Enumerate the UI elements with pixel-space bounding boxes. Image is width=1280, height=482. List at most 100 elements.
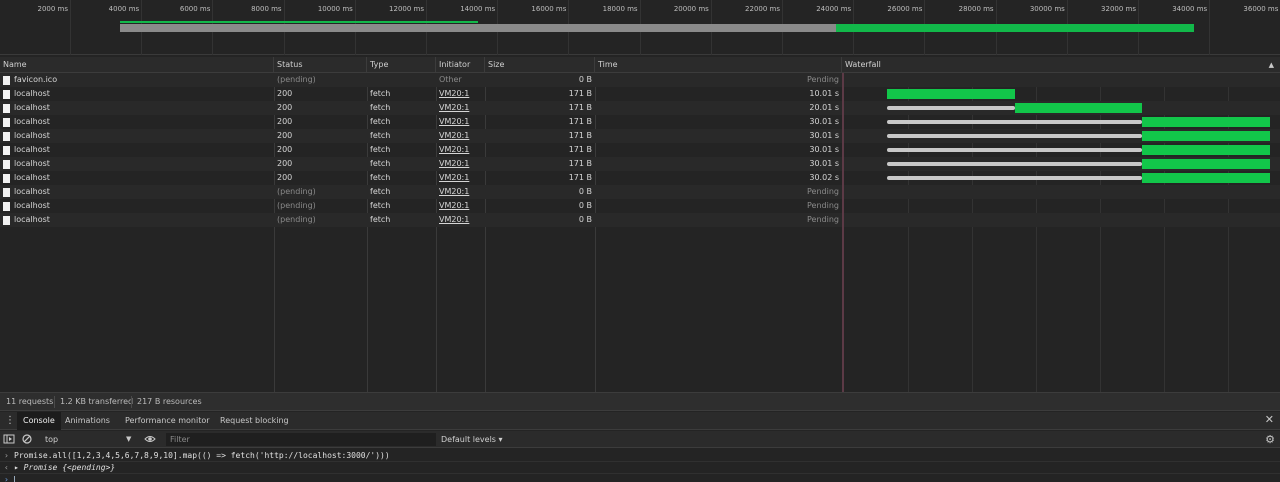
table-row[interactable]: localhost 200 fetch VM20:1 171 B 30.01 s [0,129,842,143]
console-toolbar: top ▼ Default levels ▾ ⚙ [0,431,1280,448]
input-chevron-icon: › [4,451,9,460]
table-row[interactable]: localhost 200 fetch VM20:1 171 B 30.02 s [0,171,842,185]
table-row[interactable]: favicon.ico (pending) Other 0 B Pending [0,73,842,87]
table-row[interactable]: localhost (pending) fetch VM20:1 0 B Pending [0,199,842,213]
column-header-name[interactable]: Name [0,57,274,73]
waterfall-row[interactable] [844,171,1280,185]
cell-initiator[interactable]: VM20:1 [439,171,485,185]
console-prompt-line[interactable]: › [0,474,1280,482]
waterfall-row[interactable] [844,129,1280,143]
cell-initiator[interactable]: VM20:1 [439,101,485,115]
cell-initiator[interactable]: VM20:1 [439,213,485,227]
waterfall-panel[interactable] [842,73,1280,392]
table-row[interactable]: localhost 200 fetch VM20:1 171 B 30.01 s [0,115,842,129]
overview-tick-label: 6000 ms [179,5,211,13]
overview-tick-label: 24000 ms [816,5,852,13]
cell-type: fetch [370,159,391,168]
eye-icon[interactable] [144,433,156,445]
column-header-time[interactable]: Time [595,57,842,73]
tab-console[interactable]: Console [17,412,61,430]
console-result-line[interactable]: ‹ ▸ Promise {<pending>} [0,462,1280,474]
column-header-initiator[interactable]: Initiator [436,57,485,73]
sort-ascending-icon[interactable]: ▲ [1269,61,1274,69]
waterfall-row[interactable] [844,115,1280,129]
cell-time: Pending [807,75,839,84]
file-icon [3,160,10,169]
column-header-waterfall[interactable]: Waterfall [842,57,1280,73]
cell-status: 200 [277,89,293,98]
overview-tick-label: 8000 ms [251,5,282,13]
cell-size: 171 B [568,103,592,112]
waterfall-row[interactable] [844,157,1280,171]
table-row[interactable]: localhost 200 fetch VM20:1 171 B 30.01 s [0,157,842,171]
cell-initiator[interactable]: VM20:1 [439,87,485,101]
waterfall-row[interactable] [844,101,1280,115]
column-header-type[interactable]: Type [367,57,436,73]
chevron-down-icon[interactable]: ▼ [126,432,131,447]
waterfall-header-label: Waterfall [845,60,881,69]
console-result[interactable]: ▸ Promise {<pending>} [14,462,115,474]
tab-animations[interactable]: Animations [59,412,116,430]
log-levels-dropdown[interactable]: Default levels ▾ [441,431,503,448]
waterfall-download-bar [1142,159,1270,169]
cell-status: (pending) [277,201,316,210]
close-icon[interactable]: ✕ [1265,413,1274,426]
divider [54,396,55,408]
cell-status: 200 [277,117,293,126]
cell-size: 171 B [568,117,592,126]
overview-tick-label: 30000 ms [1029,5,1065,13]
cell-name: localhost [14,201,50,210]
table-row[interactable]: localhost 200 fetch VM20:1 171 B 20.01 s [0,101,842,115]
expand-triangle-icon[interactable]: ▸ [14,463,24,472]
table-row[interactable]: localhost 200 fetch VM20:1 171 B 30.01 s [0,143,842,157]
waterfall-row[interactable] [844,87,1280,101]
waterfall-row[interactable] [844,213,1280,227]
cell-type: fetch [370,215,391,224]
cell-initiator[interactable]: VM20:1 [439,129,485,143]
waterfall-waiting-bar [887,120,1143,124]
cell-size: 0 B [578,201,592,210]
cell-name: localhost [14,187,50,196]
filter-input[interactable] [166,433,436,446]
column-header-status[interactable]: Status [274,57,367,73]
sidebar-toggle-icon[interactable] [3,433,15,445]
cell-initiator[interactable]: VM20:1 [439,115,485,129]
waterfall-row[interactable] [844,199,1280,213]
cell-initiator[interactable]: VM20:1 [439,199,485,213]
clear-console-icon[interactable] [21,433,33,445]
cell-initiator[interactable]: VM20:1 [439,157,485,171]
divider [131,396,132,408]
overview-tick-label: 32000 ms [1101,5,1136,13]
file-icon [3,132,10,141]
waterfall-row[interactable] [844,185,1280,199]
waterfall-download-bar [887,89,1015,99]
gear-icon[interactable]: ⚙ [1265,433,1275,446]
file-icon [3,202,10,211]
tab-performance-monitor[interactable]: Performance monitor [119,412,216,430]
cell-type: fetch [370,103,391,112]
request-table: favicon.ico (pending) Other 0 B Pending local… [0,73,842,392]
request-count: 11 requests [6,397,54,406]
cell-initiator[interactable]: VM20:1 [439,143,485,157]
text-cursor [14,476,15,482]
cell-initiator[interactable]: VM20:1 [439,185,485,199]
overview-timeline[interactable]: 2000 ms 4000 ms 6000 ms 8000 ms 10000 ms 1200… [0,0,1280,55]
table-row[interactable]: localhost (pending) fetch VM20:1 0 B Pending [0,213,842,227]
waterfall-row[interactable] [844,143,1280,157]
more-vertical-icon[interactable]: ⋮ [5,415,15,427]
cell-time: 20.01 s [809,103,839,112]
waterfall-waiting-bar [887,162,1143,166]
waterfall-row[interactable] [844,73,1280,87]
column-header-size[interactable]: Size [485,57,595,73]
overview-tick-label: 12000 ms [389,5,424,13]
cell-status: 200 [277,145,293,154]
table-row[interactable]: localhost (pending) fetch VM20:1 0 B Pending [0,185,842,199]
cell-name: localhost [14,215,50,224]
cell-type [370,73,436,87]
cell-type: fetch [370,117,391,126]
waterfall-download-bar [1142,117,1270,127]
table-row[interactable]: localhost 200 fetch VM20:1 171 B 10.01 s [0,87,842,101]
tab-request-blocking[interactable]: Request blocking [214,412,295,430]
console-output[interactable]: › Promise.all([1,2,3,4,5,6,7,8,9,10].map… [0,449,1280,482]
context-selector[interactable]: top [42,432,136,447]
